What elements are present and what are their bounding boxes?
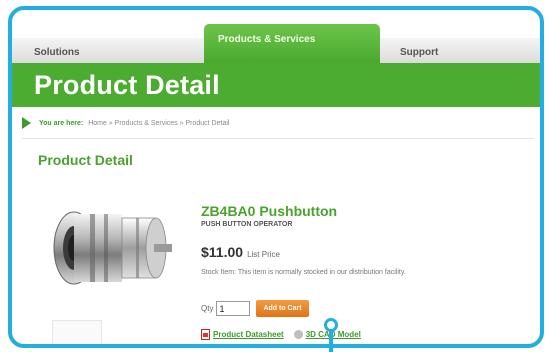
stock-note: Stock Item: This item is normally stocke… [201, 269, 406, 276]
tab-solutions[interactable]: Solutions [34, 47, 80, 58]
tab-products-services[interactable]: Products & Services [204, 24, 380, 64]
breadcrumb-label: You are here: [39, 119, 84, 127]
tab-support[interactable]: Support [400, 47, 438, 58]
divider [22, 138, 534, 139]
banner-title: Product Detail [34, 70, 220, 100]
product-datasheet-link[interactable]: Product Datasheet [213, 330, 284, 339]
price-row: $11.00 List Price [201, 244, 280, 260]
breadcrumb-path[interactable]: Home » Products & Services » Product Det… [88, 120, 229, 127]
product-thumbnail[interactable] [52, 320, 102, 344]
product-price: $11.00 [201, 244, 244, 260]
product-links: Product Datasheet 3D CAD Model [201, 329, 371, 340]
product-subtitle: PUSH BUTTON OPERATOR [201, 221, 293, 228]
page-banner: Product Detail [12, 63, 540, 107]
quantity-input[interactable] [216, 301, 251, 316]
pdf-icon [201, 329, 210, 340]
add-to-cart-button[interactable]: Add to Cart [256, 300, 309, 317]
callout-frame: Solutions Products & Services Support Pr… [8, 6, 544, 348]
cad-model-icon [293, 330, 303, 339]
top-navigation: Solutions Products & Services Support [12, 10, 540, 64]
quantity-label: Qty [201, 304, 214, 313]
callout-pointer-line [329, 331, 333, 352]
quantity-row: Qty Add to Cart [201, 300, 309, 317]
callout-pointer-icon [324, 318, 338, 332]
breadcrumb: You are here: Home » Products & Services… [22, 116, 229, 130]
price-label: List Price [247, 250, 280, 259]
product-name: ZB4BA0 Pushbutton [201, 203, 338, 219]
breadcrumb-arrow-icon [22, 117, 31, 129]
section-title: Product Detail [38, 152, 133, 168]
product-image [53, 211, 172, 285]
